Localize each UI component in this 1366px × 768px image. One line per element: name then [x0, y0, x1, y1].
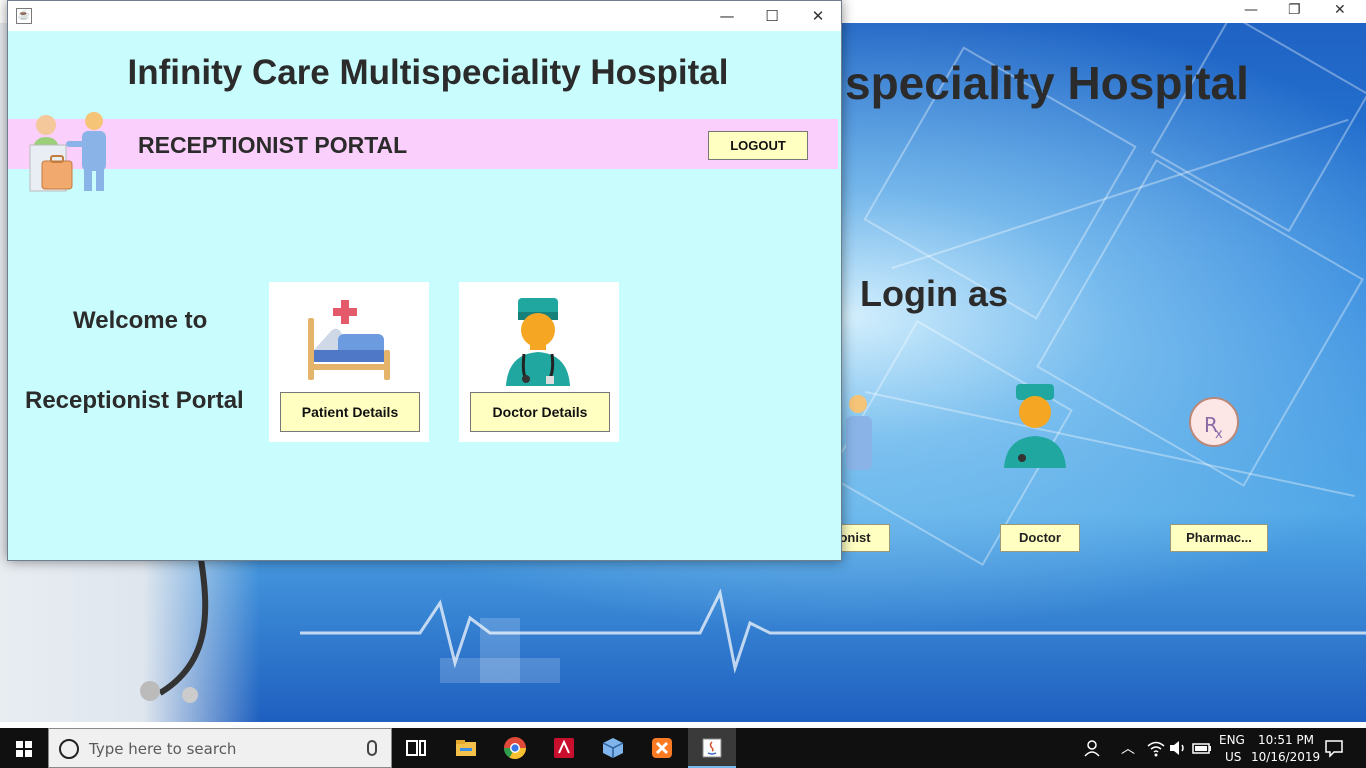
people-icon[interactable]: [1082, 736, 1106, 760]
maximize-icon[interactable]: ☐: [757, 6, 787, 26]
language-indicator-top[interactable]: ENG: [1219, 733, 1245, 747]
patient-details-button[interactable]: Patient Details: [280, 392, 420, 432]
virtualbox-icon[interactable]: [601, 736, 625, 760]
hospital-title: Infinity Care Multispeciality Hospital: [127, 53, 729, 92]
background-hospital-title: speciality Hospital: [845, 57, 1249, 109]
chrome-icon[interactable]: [503, 736, 527, 760]
chevron-up-icon[interactable]: ︿: [1121, 738, 1135, 758]
acrobat-icon[interactable]: [552, 736, 576, 760]
wifi-icon[interactable]: [1144, 736, 1168, 760]
windows-start-icon[interactable]: [0, 728, 48, 768]
doctor-icon: [1004, 384, 1066, 468]
restore-icon[interactable]: ❐: [1288, 2, 1301, 18]
minimize-icon[interactable]: —: [1244, 2, 1258, 18]
battery-icon[interactable]: [1190, 736, 1214, 760]
pharmacist-login-button[interactable]: Pharmac...: [1170, 524, 1268, 552]
java-icon: [702, 738, 722, 758]
active-app-highlight[interactable]: [688, 728, 736, 768]
java-icon: ☕: [16, 8, 32, 24]
taskbar: Type here to search ︿ ENG US 10:51 PM 10…: [0, 728, 1366, 768]
clock-date[interactable]: 10/16/2019: [1251, 750, 1320, 764]
doctor-login-button[interactable]: Doctor: [1000, 524, 1080, 552]
receptionist-desk-icon: [29, 112, 106, 192]
patient-details-card: Patient Details: [269, 282, 429, 442]
taskbar-search-box[interactable]: Type here to search: [48, 728, 392, 768]
doctor-details-card: Doctor Details: [459, 282, 619, 442]
xampp-icon[interactable]: [650, 736, 674, 760]
close-icon[interactable]: ✕: [803, 6, 833, 26]
minimize-icon[interactable]: —: [712, 6, 742, 26]
close-icon[interactable]: ✕: [1334, 2, 1346, 18]
language-indicator-bottom[interactable]: US: [1225, 750, 1241, 764]
stethoscope-image: [140, 553, 209, 703]
microphone-icon[interactable]: [367, 740, 377, 756]
hospital-bed-icon: [308, 300, 390, 380]
pharmacist-icon: R x: [1189, 397, 1239, 447]
welcome-text-line1: Welcome to: [73, 307, 208, 334]
receptionist-portal-window: ☕ — ☐ ✕ Infinity Care Multispeciality Ho…: [7, 0, 842, 561]
welcome-text-line2: Receptionist Portal: [25, 387, 244, 414]
login-as-heading: Login as: [860, 273, 1009, 314]
clock-time[interactable]: 10:51 PM: [1258, 733, 1314, 747]
file-explorer-icon[interactable]: [454, 736, 478, 760]
receptionist-icon: [846, 395, 872, 470]
svg-text:x: x: [1215, 427, 1223, 442]
doctor-details-button[interactable]: Doctor Details: [470, 392, 610, 432]
logout-button[interactable]: LOGOUT: [708, 131, 808, 160]
search-placeholder: Type here to search: [89, 740, 237, 758]
portal-header-bar: RECEPTIONIST PORTAL LOGOUT: [8, 119, 838, 169]
volume-icon[interactable]: [1166, 736, 1190, 760]
notification-icon[interactable]: [1322, 736, 1346, 760]
cortana-icon: [59, 739, 79, 759]
doctor-icon: [506, 298, 570, 386]
window-titlebar: ☕ — ☐ ✕: [8, 1, 841, 31]
portal-title: RECEPTIONIST PORTAL: [138, 132, 408, 158]
task-view-icon[interactable]: [404, 736, 428, 760]
